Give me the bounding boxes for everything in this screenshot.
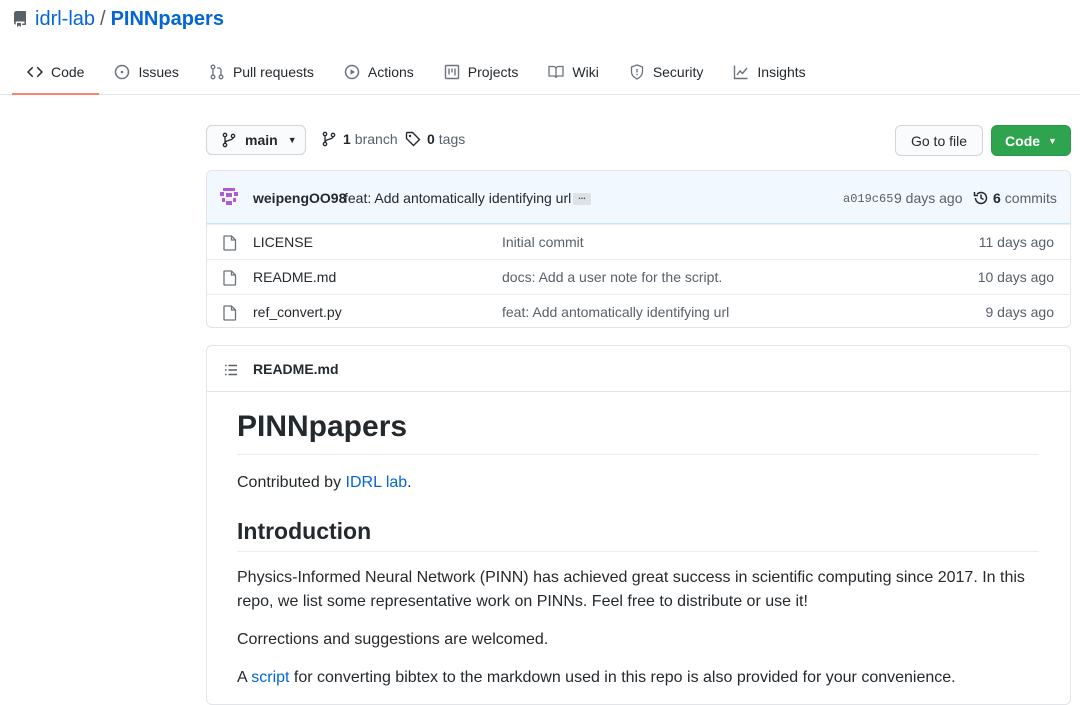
contrib-prefix: Contributed by [237, 473, 346, 491]
branch-count: 1 [343, 131, 351, 147]
readme-filename: README.md [253, 361, 339, 377]
file-age: 11 days ago [978, 234, 1054, 250]
tab-label: Code [51, 64, 85, 80]
tab-security[interactable]: Security [614, 52, 719, 92]
file-icon [223, 235, 237, 251]
repo-tabs: Code Issues Pull requests Actions Projec… [12, 52, 821, 95]
file-age: 10 days ago [977, 269, 1054, 285]
readme-article: PINNpapers Contributed by IDRL lab. Intr… [237, 408, 1039, 704]
repo-name-link[interactable]: PINNpapers [111, 8, 224, 31]
file-icon [223, 270, 237, 286]
branch-selector-button[interactable]: main ▼ [206, 125, 306, 155]
tab-label: Actions [367, 64, 414, 80]
tab-label: Security [652, 64, 704, 80]
idrl-lab-link[interactable]: IDRL lab [346, 474, 408, 491]
file-row[interactable]: LICENSE Initial commit 11 days ago [207, 224, 1070, 259]
code-download-button[interactable]: Code ▼ [991, 125, 1071, 156]
commit-author-link[interactable]: weipengOO98 [253, 190, 346, 206]
issue-icon [114, 64, 130, 80]
commit-message-link[interactable]: feat: Add antomatically identifying url [344, 190, 571, 206]
project-icon [444, 64, 460, 80]
tab-pull-requests[interactable]: Pull requests [194, 52, 329, 92]
tab-insights[interactable]: Insights [718, 52, 820, 92]
file-row[interactable]: README.md docs: Add a user note for the … [207, 259, 1070, 294]
contributed-paragraph: Contributed by IDRL lab. [237, 471, 1039, 495]
repo-icon [13, 11, 26, 27]
tag-label: tags [438, 131, 466, 147]
branches-link[interactable]: 1 branch [321, 131, 398, 147]
file-icon [223, 305, 237, 321]
tab-actions[interactable]: Actions [329, 52, 429, 92]
script-suffix: for converting bibtex to the markdown us… [289, 669, 956, 687]
commit-count-label: commits [1004, 190, 1057, 206]
code-button-label: Code [1005, 132, 1041, 149]
tab-label: Issues [138, 64, 179, 80]
tags-link[interactable]: 0 tags [405, 131, 465, 147]
file-name-link[interactable]: ref_convert.py [253, 304, 342, 320]
history-icon [973, 191, 988, 205]
file-commit-message-link[interactable]: feat: Add antomatically identifying url [502, 304, 729, 320]
commits-link[interactable]: 6 commits [973, 190, 1057, 206]
repo-separator: / [100, 7, 106, 30]
list-icon[interactable] [223, 362, 239, 378]
commit-expand-button[interactable]: ... [573, 192, 591, 205]
tab-wiki[interactable]: Wiki [533, 52, 613, 92]
readme-title: PINNpapers [237, 408, 1039, 455]
latest-commit-bar: weipengOO98 feat: Add antomatically iden… [207, 171, 1070, 224]
tab-issues[interactable]: Issues [99, 52, 193, 92]
go-to-file-button[interactable]: Go to file [895, 125, 983, 156]
script-prefix: A [237, 669, 252, 687]
git-branch-icon [222, 132, 236, 148]
git-branch-icon [322, 131, 336, 147]
file-name-link[interactable]: LICENSE [253, 234, 313, 250]
tab-label: Projects [467, 64, 519, 80]
file-row[interactable]: ref_convert.py feat: Add antomatically i… [207, 294, 1070, 327]
play-icon [344, 64, 360, 80]
repo-header: idrl-lab / PINNpapers Code Issues Pull r… [0, 0, 1080, 95]
tag-icon [405, 131, 421, 147]
tab-code[interactable]: Code [12, 52, 100, 95]
file-name-link[interactable]: README.md [253, 269, 336, 285]
tab-label: Wiki [572, 64, 599, 80]
code-icon [27, 64, 43, 80]
avatar[interactable] [219, 187, 239, 207]
file-list: weipengOO98 feat: Add antomatically iden… [206, 170, 1071, 328]
commit-time: 9 days ago [894, 190, 963, 206]
tab-projects[interactable]: Projects [429, 52, 534, 92]
branch-label: branch [354, 131, 398, 147]
commit-sha-link[interactable]: a019c65 [843, 192, 893, 206]
repo-title: idrl-lab / PINNpapers [12, 7, 224, 31]
file-age: 9 days ago [985, 304, 1055, 320]
pull-request-icon [209, 64, 225, 80]
readme-panel: README.md PINNpapers Contributed by IDRL… [206, 345, 1071, 705]
book-icon [548, 64, 565, 80]
graph-icon [733, 64, 749, 80]
contrib-suffix: . [407, 473, 412, 491]
file-commit-message-link[interactable]: docs: Add a user note for the script. [502, 269, 722, 285]
tab-label: Insights [757, 64, 806, 80]
readme-header: README.md [207, 346, 1070, 392]
introduction-heading: Introduction [237, 517, 1039, 553]
chevron-down-icon: ▼ [287, 135, 297, 145]
tag-count: 0 [427, 131, 435, 147]
chevron-down-icon: ▼ [1048, 135, 1057, 146]
file-commit-message-link[interactable]: Initial commit [502, 234, 584, 250]
repo-owner-link[interactable]: idrl-lab [35, 8, 95, 31]
commit-count: 6 [993, 190, 1001, 206]
corrections-paragraph: Corrections and suggestions are welcomed… [237, 631, 549, 649]
branch-name: main [245, 132, 278, 148]
tab-label: Pull requests [232, 64, 314, 80]
script-paragraph: A script for converting bibtex to the ma… [237, 666, 1039, 690]
shield-icon [629, 64, 645, 80]
script-link[interactable]: script [251, 669, 289, 686]
intro-paragraph: Physics-Informed Neural Network (PINN) h… [237, 569, 1025, 611]
